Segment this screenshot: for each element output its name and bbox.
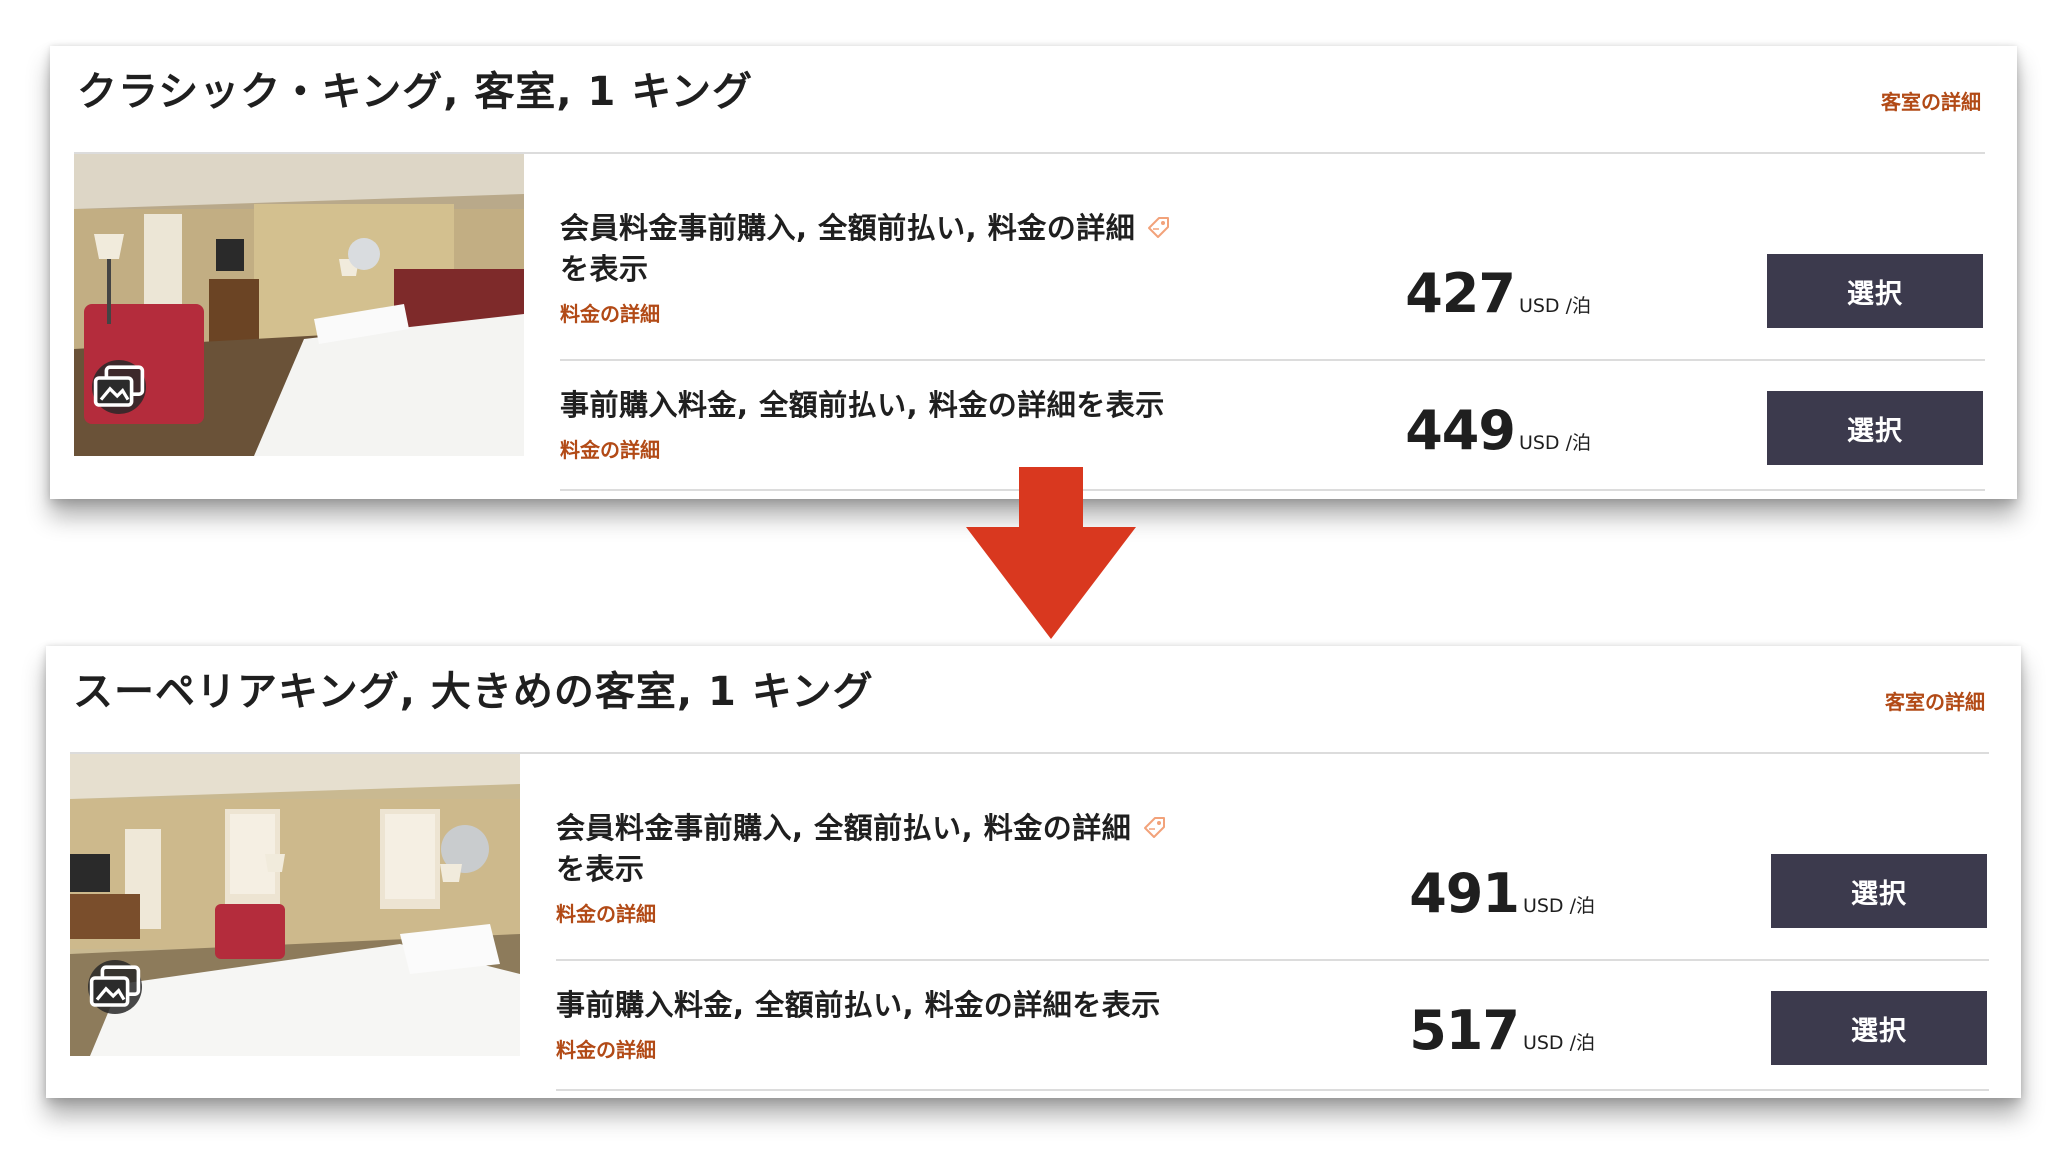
gallery-icon-glyph (93, 365, 145, 407)
room-card-superior-king: スーペリアキング, 大きめの客室, 1 キング 客室の詳細 会員料金事前購入, … (46, 646, 2021, 1098)
price: 491 USD /泊 (1409, 862, 1595, 925)
room-details-link[interactable]: 客室の詳細 (1881, 86, 1981, 115)
price: 517 USD /泊 (1409, 999, 1595, 1062)
rate-details-link[interactable]: 料金の詳細 (560, 434, 660, 463)
gallery-icon[interactable] (92, 360, 146, 414)
gallery-icon[interactable] (88, 960, 142, 1014)
rate-details-link[interactable]: 料金の詳細 (560, 298, 660, 327)
price-unit: USD /泊 (1518, 295, 1591, 317)
price-unit: USD /泊 (1522, 895, 1595, 917)
select-button[interactable]: 選択 (1771, 991, 1987, 1065)
room-title: クラシック・キング, 客室, 1 キング (77, 69, 753, 115)
rate-details-link[interactable]: 料金の詳細 (556, 1034, 656, 1063)
price-unit: USD /泊 (1518, 432, 1591, 454)
price-tag-icon (1143, 212, 1173, 242)
price-amount: 427 (1405, 262, 1516, 325)
rate-row: 事前購入料金, 全額前払い, 料金の詳細を表示 料金の詳細 517 USD /泊 … (556, 961, 1989, 1091)
room-photo[interactable] (74, 154, 524, 456)
price-amount: 517 (1409, 999, 1520, 1062)
price: 449 USD /泊 (1405, 399, 1591, 462)
rate-name: 会員料金事前購入, 全額前払い, 料金の詳細 を表示 (556, 808, 1196, 890)
rate-name-line2: を表示 (560, 252, 649, 286)
room-card-classic-king: クラシック・キング, 客室, 1 キング 客室の詳細 会員料金事前購入, 全額前… (50, 46, 2017, 499)
rate-row: 会員料金事前購入, 全額前払い, 料金の詳細 を表示 料金の詳細 491 USD /… (556, 754, 1989, 961)
room-title: スーペリアキング, 大きめの客室, 1 キング (73, 669, 874, 715)
rate-name: 事前購入料金, 全額前払い, 料金の詳細を表示 (556, 988, 1161, 1022)
rate-row: 事前購入料金, 全額前払い, 料金の詳細を表示 料金の詳細 449 USD /泊 … (560, 361, 1985, 491)
room-photo[interactable] (70, 754, 520, 1056)
rate-name: 事前購入料金, 全額前払い, 料金の詳細を表示 (560, 388, 1165, 422)
rate-name: 会員料金事前購入, 全額前払い, 料金の詳細 を表示 (560, 208, 1200, 290)
price-amount: 491 (1409, 862, 1520, 925)
rate-name-line1: 会員料金事前購入, 全額前払い, 料金の詳細 (556, 811, 1132, 845)
gallery-icon-glyph (89, 965, 141, 1007)
rate-name-line1: 会員料金事前購入, 全額前払い, 料金の詳細 (560, 211, 1136, 245)
rate-list: 会員料金事前購入, 全額前払い, 料金の詳細 を表示 料金の詳細 491 USD /… (556, 754, 1989, 1091)
select-button[interactable]: 選択 (1771, 854, 1987, 928)
select-button[interactable]: 選択 (1767, 391, 1983, 465)
price-unit: USD /泊 (1522, 1032, 1595, 1054)
rate-row: 会員料金事前購入, 全額前払い, 料金の詳細 を表示 料金の詳細 427 USD /… (560, 154, 1985, 361)
down-arrow (966, 467, 1136, 639)
room-details-link[interactable]: 客室の詳細 (1885, 686, 1985, 715)
rate-details-link[interactable]: 料金の詳細 (556, 898, 656, 927)
select-button[interactable]: 選択 (1767, 254, 1983, 328)
price-amount: 449 (1405, 399, 1516, 462)
rate-list: 会員料金事前購入, 全額前払い, 料金の詳細 を表示 料金の詳細 427 USD /… (560, 154, 1985, 491)
price-tag-icon (1139, 812, 1169, 842)
price: 427 USD /泊 (1405, 262, 1591, 325)
rate-name-line2: を表示 (556, 852, 645, 886)
